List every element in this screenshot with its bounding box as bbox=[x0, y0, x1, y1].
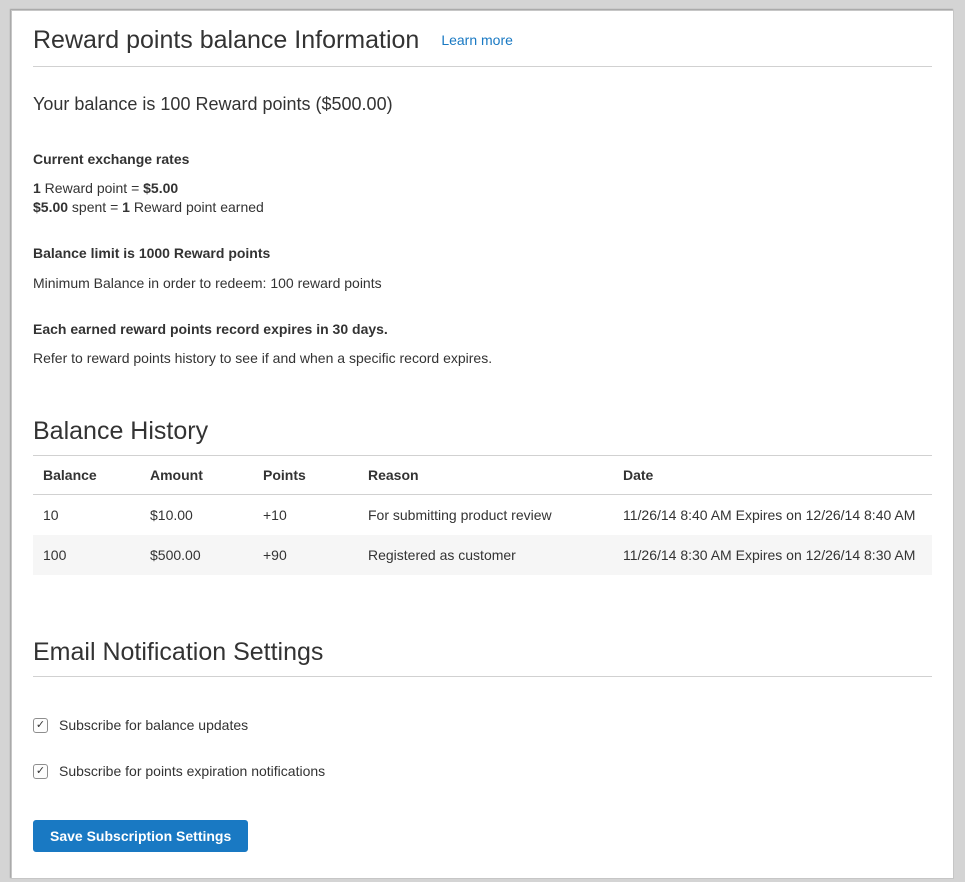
balance-summary: Your balance is 100 Reward points ($500.… bbox=[33, 93, 932, 115]
points-expiration-checkbox[interactable]: ✓ bbox=[33, 764, 48, 779]
column-header-balance: Balance bbox=[33, 456, 140, 495]
cell-balance: 100 bbox=[33, 535, 140, 575]
checkmark-icon: ✓ bbox=[36, 720, 45, 731]
cell-amount: $500.00 bbox=[140, 535, 253, 575]
balance-history-table: Balance Amount Points Reason Date 10 $10… bbox=[33, 456, 932, 575]
table-row: 10 $10.00 +10 For submitting product rev… bbox=[33, 495, 932, 536]
expiration-note-text: Refer to reward points history to see if… bbox=[33, 350, 932, 366]
exchange-rates-heading: Current exchange rates bbox=[33, 151, 932, 167]
column-header-amount: Amount bbox=[140, 456, 253, 495]
page-background: Reward points balance Information Learn m… bbox=[0, 0, 965, 882]
balance-updates-field: ✓ Subscribe for balance updates bbox=[33, 717, 932, 733]
column-header-date: Date bbox=[613, 456, 932, 495]
cell-amount: $10.00 bbox=[140, 495, 253, 536]
cell-points: +10 bbox=[253, 495, 358, 536]
cell-date: 11/26/14 8:40 AM Expires on 12/26/14 8:4… bbox=[613, 495, 932, 536]
reward-info-card: Reward points balance Information Learn m… bbox=[11, 10, 954, 879]
exchange-rates-lines: 1 Reward point = $5.00 $5.00 spent = 1 Re… bbox=[33, 179, 932, 217]
cell-reason: For submitting product review bbox=[358, 495, 613, 536]
cell-reason: Registered as customer bbox=[358, 535, 613, 575]
table-header-row: Balance Amount Points Reason Date bbox=[33, 456, 932, 495]
balance-updates-checkbox[interactable]: ✓ bbox=[33, 718, 48, 733]
table-row: 100 $500.00 +90 Registered as customer 1… bbox=[33, 535, 932, 575]
balance-limit-text: Balance limit is 1000 Reward points bbox=[33, 245, 932, 261]
balance-history-heading: Balance History bbox=[33, 417, 208, 445]
learn-more-link[interactable]: Learn more bbox=[441, 32, 513, 48]
cell-points: +90 bbox=[253, 535, 358, 575]
cell-balance: 10 bbox=[33, 495, 140, 536]
rate-line-redeem: 1 Reward point = $5.00 bbox=[33, 180, 178, 196]
points-expiration-label[interactable]: Subscribe for points expiration notifica… bbox=[59, 763, 325, 779]
save-subscription-settings-button[interactable]: Save Subscription Settings bbox=[33, 820, 248, 852]
email-settings-title-row: Email Notification Settings bbox=[33, 637, 932, 677]
email-settings-heading: Email Notification Settings bbox=[33, 638, 323, 666]
checkmark-icon: ✓ bbox=[36, 766, 45, 777]
balance-history-title-row: Balance History bbox=[33, 416, 932, 456]
points-expiration-field: ✓ Subscribe for points expiration notifi… bbox=[33, 763, 932, 779]
rate-line-earn: $5.00 spent = 1 Reward point earned bbox=[33, 199, 264, 215]
page-title-row: Reward points balance Information Learn m… bbox=[33, 25, 932, 67]
cell-date: 11/26/14 8:30 AM Expires on 12/26/14 8:3… bbox=[613, 535, 932, 575]
page-title: Reward points balance Information bbox=[33, 26, 419, 54]
column-header-points: Points bbox=[253, 456, 358, 495]
balance-updates-label[interactable]: Subscribe for balance updates bbox=[59, 717, 248, 733]
column-header-reason: Reason bbox=[358, 456, 613, 495]
minimum-balance-text: Minimum Balance in order to redeem: 100 … bbox=[33, 275, 932, 291]
expiration-text: Each earned reward points record expires… bbox=[33, 321, 932, 337]
